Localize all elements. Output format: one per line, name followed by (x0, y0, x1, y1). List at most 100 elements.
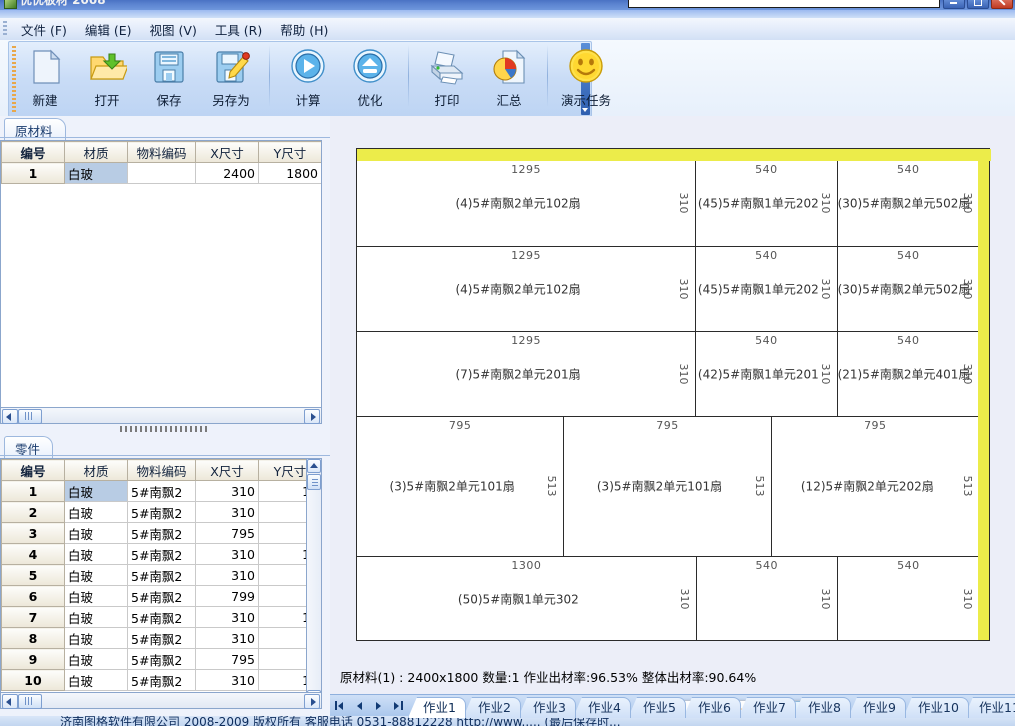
material-grid[interactable]: 编号 材质 物料编码 X尺寸 Y尺寸 1 白玻 2400 1800 (0, 140, 322, 418)
menu-view[interactable]: 视图 (V) (141, 18, 206, 41)
parts-cell-code[interactable]: 5#南飘2 (127, 627, 196, 649)
vscroll-thumb[interactable] (307, 474, 321, 490)
nav-prev-button[interactable] (351, 697, 369, 714)
sheet-panel[interactable]: 1295 310 (4)5#南飘2单元102扇 540 310 (45)5#南飘1单元20… (356, 148, 991, 641)
parts-cell-material[interactable]: 白玻 (64, 648, 128, 670)
layout-cell[interactable]: 540 310 (30)5#南飘2单元502扇 (838, 247, 979, 331)
parts-cell-code[interactable]: 5#南飘2 (127, 585, 196, 607)
material-col-material[interactable]: 材质 (64, 141, 128, 163)
parts-cell-code[interactable]: 5#南飘2 (127, 564, 196, 586)
close-button[interactable] (991, 0, 1013, 9)
layout-cell[interactable]: 540 310 (21)5#南飘2单元401扇 (838, 332, 979, 416)
layout-canvas[interactable]: 1295 310 (4)5#南飘2单元102扇 540 310 (45)5#南飘1单元20… (330, 116, 1015, 694)
parts-cell-material[interactable]: 白玻 (64, 585, 128, 607)
job-tab[interactable]: 作业11 (964, 697, 1015, 718)
parts-col-material[interactable]: 材质 (64, 459, 128, 481)
parts-cell-x[interactable]: 310 (195, 501, 259, 523)
parts-col-no[interactable]: 编号 (1, 459, 65, 481)
parts-cell-material[interactable]: 白玻 (64, 543, 128, 565)
parts-cell-code[interactable]: 5#南飘2 (127, 648, 196, 670)
layout-cell[interactable]: 540 310 (838, 557, 979, 641)
material-cell-material[interactable]: 白玻 (64, 162, 128, 184)
table-row[interactable]: 2白玻5#南飘23105 (1, 501, 321, 523)
parts-hscroll-left-arrow[interactable] (2, 694, 18, 709)
parts-cell-x[interactable]: 310 (195, 627, 259, 649)
parts-cell-material[interactable]: 白玻 (64, 501, 128, 523)
table-row[interactable]: 5白玻5#南飘23105 (1, 564, 321, 586)
material-col-no[interactable]: 编号 (1, 141, 65, 163)
parts-cell-code[interactable]: 5#南飘2 (127, 522, 196, 544)
new-button[interactable]: 新建 (14, 42, 76, 112)
job-tab[interactable]: 作业9 (848, 697, 906, 718)
parts-cell-code[interactable]: 5#南飘2 (127, 669, 196, 691)
job-tab[interactable]: 作业8 (793, 697, 851, 718)
table-row[interactable]: 8白玻5#南飘23105 (1, 627, 321, 649)
layout-cell[interactable]: 540 310 (42)5#南飘1单元201 (696, 331, 838, 416)
parts-cell-x[interactable]: 310 (195, 564, 259, 586)
parts-hscrollbar[interactable] (0, 692, 322, 709)
hscroll-left-arrow[interactable] (2, 409, 18, 424)
print-button[interactable]: 打印 (416, 42, 478, 112)
layout-cell[interactable]: 1295 310 (7)5#南飘2单元201扇 (357, 331, 697, 416)
parts-cell-x[interactable]: 310 (195, 543, 259, 565)
material-col-code[interactable]: 物料编码 (127, 141, 196, 163)
material-col-y[interactable]: Y尺寸 (258, 141, 321, 163)
hscroll-right-arrow[interactable] (304, 409, 320, 424)
parts-col-code[interactable]: 物料编码 (127, 459, 196, 481)
parts-cell-code[interactable]: 5#南飘2 (127, 606, 196, 628)
job-tab[interactable]: 作业2 (463, 697, 521, 718)
layout-cell[interactable]: 540 310 (30)5#南飘2单元502扇 (838, 161, 979, 246)
layout-cell[interactable]: 795 513 (3)5#南飘2单元101扇 (564, 416, 772, 557)
job-tab[interactable]: 作业5 (628, 697, 686, 718)
layout-cell[interactable]: 540 310 (45)5#南飘1单元202 (696, 246, 838, 331)
layout-cell[interactable]: 540 310 (697, 557, 838, 641)
menu-file[interactable]: 文件 (F) (12, 18, 76, 41)
summary-button[interactable]: 汇总 (478, 42, 540, 112)
parts-vscrollbar[interactable] (306, 458, 322, 705)
material-cell-y[interactable]: 1800 (258, 162, 321, 184)
nav-next-button[interactable] (370, 697, 388, 714)
menu-edit[interactable]: 编辑 (E) (76, 18, 141, 41)
parts-cell-material[interactable]: 白玻 (64, 522, 128, 544)
layout-cell[interactable]: 795 513 (3)5#南飘2单元101扇 (357, 416, 565, 557)
splitter-handle[interactable] (120, 426, 210, 432)
demo-task-button[interactable]: 演示任务 (555, 42, 617, 112)
layout-cell[interactable]: 795 513 (12)5#南飘2单元202扇 (772, 417, 979, 556)
menu-grip[interactable] (3, 21, 7, 37)
job-tab[interactable]: 作业1 (408, 697, 466, 718)
parts-cell-material[interactable]: 白玻 (64, 480, 128, 502)
parts-cell-x[interactable]: 795 (195, 522, 259, 544)
parts-grid[interactable]: 编号 材质 物料编码 X尺寸 Y尺寸 1白玻5#南飘2310122白玻5#南飘2… (0, 458, 322, 705)
layout-cell[interactable]: 1300 310 (50)5#南飘1单元302 (357, 557, 697, 641)
parts-cell-x[interactable]: 795 (195, 648, 259, 670)
material-cell-x[interactable]: 2400 (195, 162, 259, 184)
vscroll-up-arrow[interactable] (307, 459, 321, 473)
parts-col-x[interactable]: X尺寸 (195, 459, 259, 481)
job-tab[interactable]: 作业3 (518, 697, 576, 718)
table-row[interactable]: 10白玻5#南飘231012 (1, 669, 321, 691)
parts-cell-code[interactable]: 5#南飘2 (127, 543, 196, 565)
parts-cell-code[interactable]: 5#南飘2 (127, 480, 196, 502)
job-tab[interactable]: 作业6 (683, 697, 741, 718)
nav-last-button[interactable] (389, 697, 407, 714)
table-row[interactable]: 1 白玻 2400 1800 (1, 162, 321, 184)
parts-cell-material[interactable]: 白玻 (64, 564, 128, 586)
layout-cell[interactable]: 540 310 (45)5#南飘1单元202 (696, 161, 838, 246)
menu-help[interactable]: 帮助 (H) (271, 18, 337, 41)
open-button[interactable]: 打开 (76, 42, 138, 112)
parts-hscroll-right-arrow[interactable] (304, 694, 320, 709)
table-row[interactable]: 4白玻5#南飘231012 (1, 543, 321, 565)
table-row[interactable]: 9白玻5#南飘27955 (1, 648, 321, 670)
table-row[interactable]: 3白玻5#南飘27955 (1, 522, 321, 544)
job-tab[interactable]: 作业10 (903, 697, 969, 718)
save-button[interactable]: 保存 (138, 42, 200, 112)
hscroll-thumb[interactable] (18, 409, 42, 424)
table-row[interactable]: 6白玻5#南飘27995 (1, 585, 321, 607)
material-col-x[interactable]: X尺寸 (195, 141, 259, 163)
parts-cell-x[interactable]: 310 (195, 606, 259, 628)
job-tab[interactable]: 作业7 (738, 697, 796, 718)
address-field[interactable] (628, 0, 940, 8)
layout-cell[interactable]: 1295 310 (4)5#南飘2单元102扇 (357, 246, 697, 331)
job-tab[interactable]: 作业4 (573, 697, 631, 718)
layout-cell[interactable]: 1295 310 (4)5#南飘2单元102扇 (357, 161, 697, 246)
